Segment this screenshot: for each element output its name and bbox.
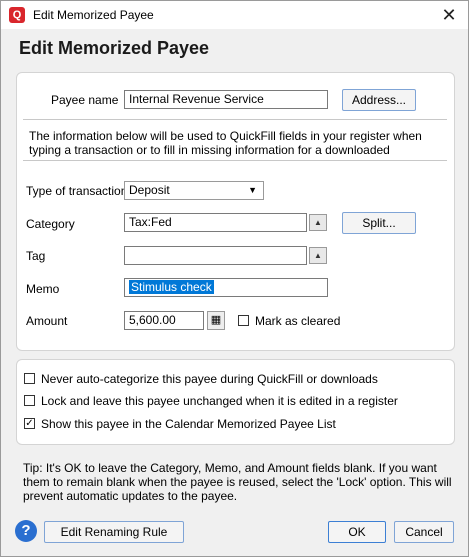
payee-name-label: Payee name (51, 93, 119, 107)
show-in-calendar-label: Show this payee in the Calendar Memorize… (41, 417, 336, 431)
chevron-down-icon: ▼ (248, 185, 257, 195)
show-in-calendar-checkbox[interactable]: ✓ (24, 418, 35, 429)
divider (23, 160, 447, 161)
category-label: Category (26, 217, 75, 231)
amount-label: Amount (26, 314, 68, 328)
tag-input[interactable] (124, 246, 307, 265)
memo-label: Memo (26, 282, 60, 296)
mark-cleared-label: Mark as cleared (255, 314, 341, 328)
memo-input[interactable]: Stimulus check (124, 278, 328, 297)
payee-name-input[interactable]: Internal Revenue Service (124, 90, 328, 109)
window-title: Edit Memorized Payee (33, 8, 154, 22)
tip-text: Tip: It's OK to leave the Category, Memo… (23, 461, 452, 503)
category-input[interactable]: Tax:Fed (124, 213, 307, 232)
amount-input[interactable]: 5,600.00 (124, 311, 204, 330)
never-auto-categorize-checkbox[interactable] (24, 373, 35, 384)
transaction-type-select[interactable]: Deposit ▼ (124, 181, 264, 200)
tag-label: Tag (26, 249, 46, 263)
ok-button[interactable]: OK (328, 521, 386, 543)
mark-cleared-checkbox[interactable] (238, 315, 249, 326)
divider (23, 119, 447, 120)
transaction-type-label: Type of transaction (26, 184, 128, 198)
edit-memorized-payee-dialog: Q Edit Memorized Payee ✕ Edit Memorized … (0, 0, 469, 557)
close-icon[interactable]: ✕ (437, 4, 461, 26)
lock-payee-checkbox[interactable] (24, 395, 35, 406)
quicken-logo-icon: Q (9, 7, 25, 23)
tag-dropdown-icon[interactable]: ▲ (309, 247, 327, 264)
address-button[interactable]: Address... (342, 89, 416, 111)
split-button[interactable]: Split... (342, 212, 416, 234)
help-icon[interactable]: ? (15, 520, 37, 542)
quickfill-info-text: The information below will be used to Qu… (29, 129, 422, 157)
page-title: Edit Memorized Payee (19, 38, 210, 58)
category-dropdown-icon[interactable]: ▲ (309, 214, 327, 231)
calculator-icon[interactable]: ▦ (207, 311, 225, 330)
title-bar: Q Edit Memorized Payee ✕ (1, 1, 468, 29)
cancel-button[interactable]: Cancel (394, 521, 454, 543)
never-auto-categorize-label: Never auto-categorize this payee during … (41, 372, 378, 386)
edit-renaming-rule-button[interactable]: Edit Renaming Rule (44, 521, 184, 543)
lock-payee-label: Lock and leave this payee unchanged when… (41, 394, 398, 408)
